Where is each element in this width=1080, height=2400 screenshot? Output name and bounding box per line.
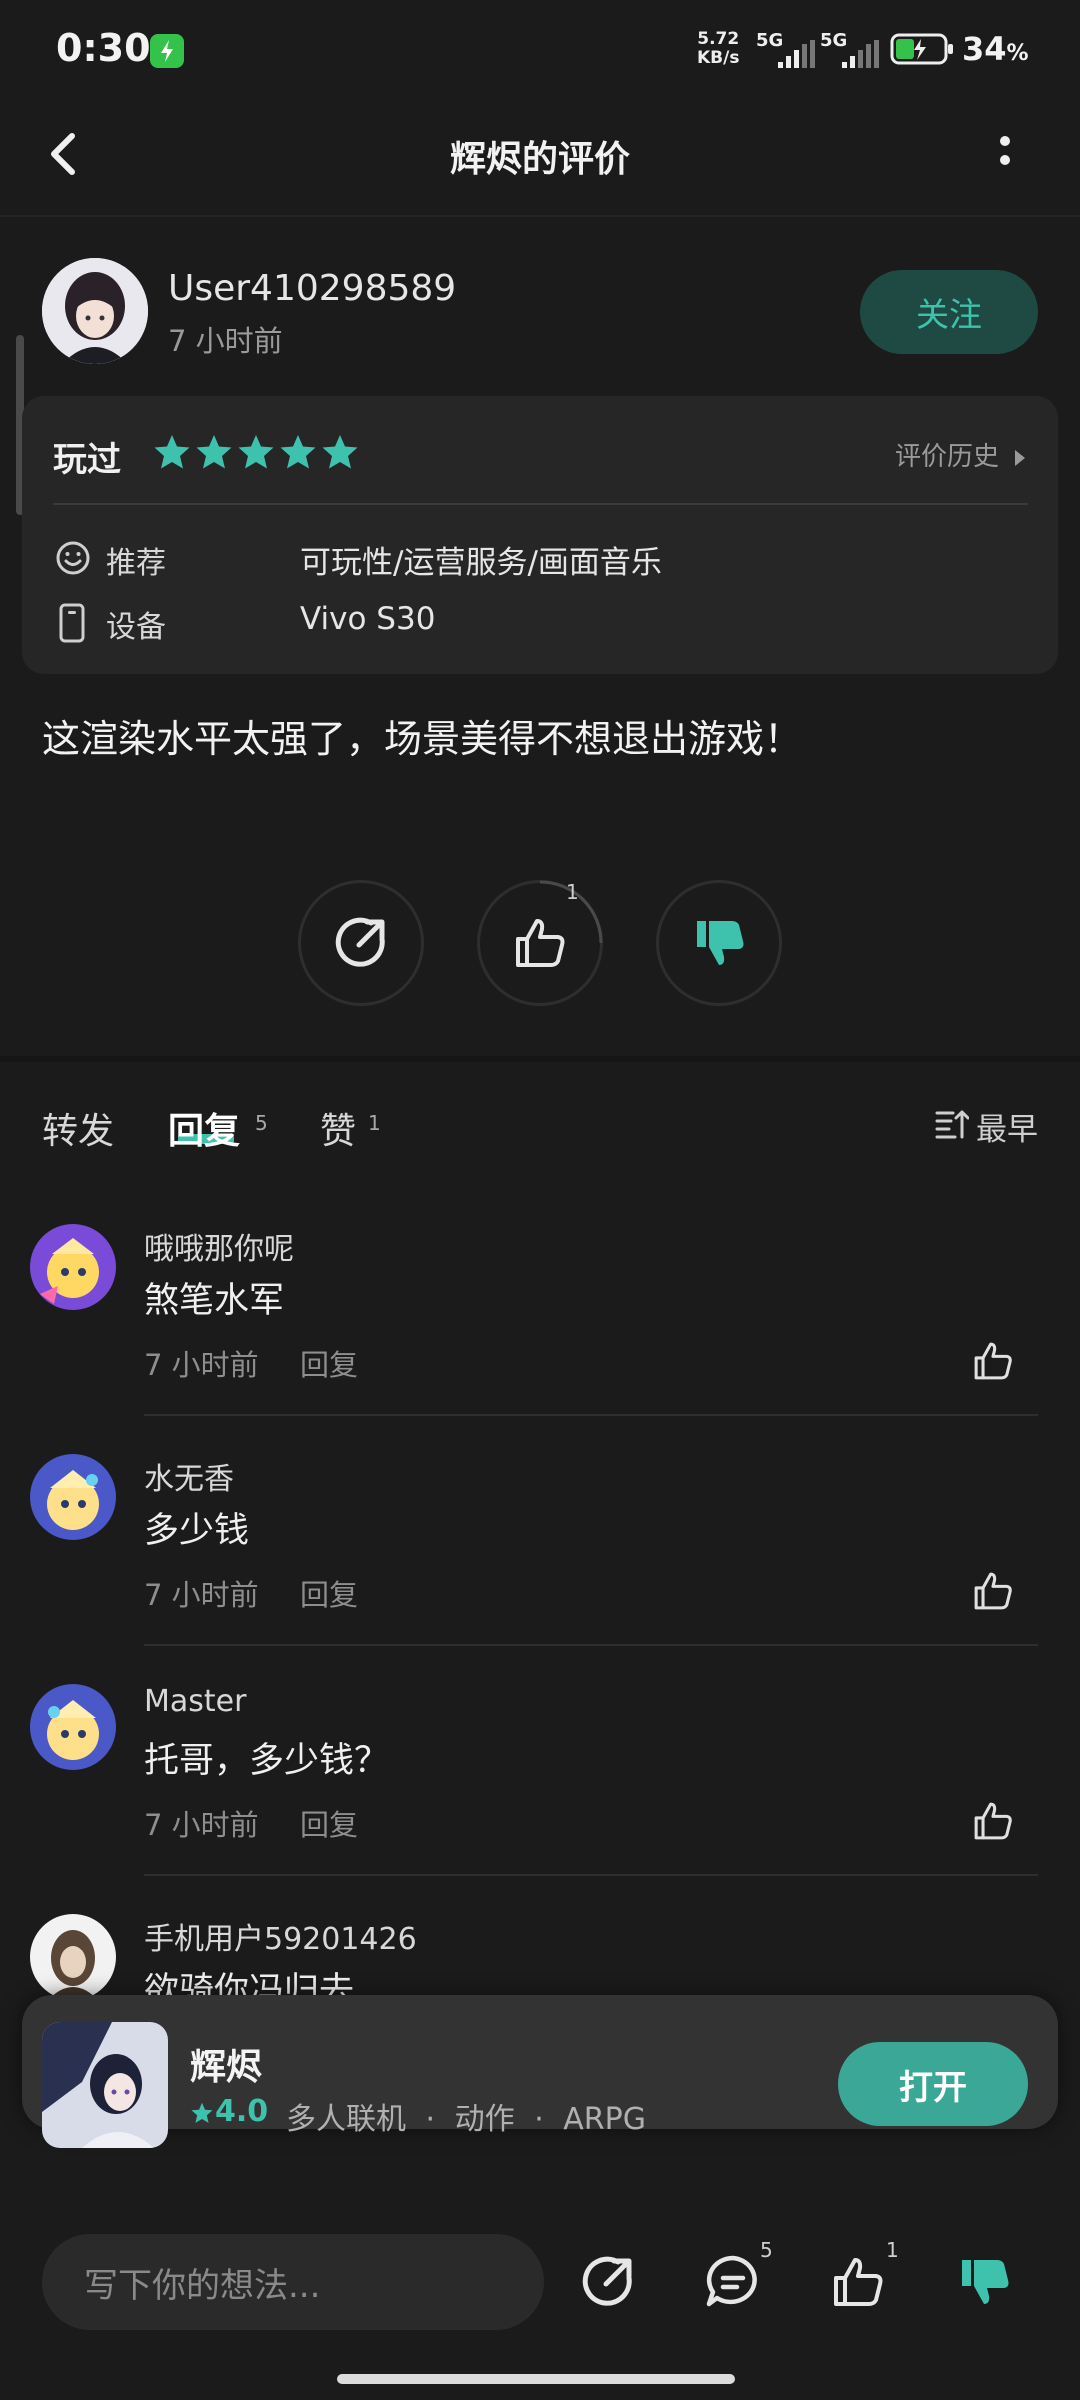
star-rating <box>152 432 362 472</box>
network-speed-value: 5.72 <box>697 29 740 49</box>
triangle-right-icon <box>1015 449 1026 466</box>
comment-time: 7 小时前 <box>144 1348 259 1382</box>
game-name[interactable]: 辉烬 <box>190 2038 262 2090</box>
home-indicator[interactable] <box>337 2374 735 2384</box>
thumbs-down-icon[interactable] <box>954 2252 1014 2312</box>
star-icon <box>280 435 316 469</box>
comment-reply-button[interactable]: 回复 <box>300 1572 358 1614</box>
sim1-signal: 5G <box>756 30 815 68</box>
thumbs-up-icon[interactable] <box>970 1338 1016 1384</box>
comment-reply-button[interactable]: 回复 <box>300 1802 358 1844</box>
thumbs-up-icon[interactable] <box>828 2252 888 2312</box>
game-icon[interactable] <box>42 2022 168 2148</box>
charging-app-icon <box>150 34 184 68</box>
more-button[interactable] <box>990 130 1020 180</box>
comment-avatar[interactable] <box>30 1914 116 2000</box>
like-count: 1 <box>886 2238 899 2262</box>
comment-icon[interactable] <box>703 2252 763 2312</box>
author-time: 7 小时前 <box>168 324 283 358</box>
share-button[interactable] <box>298 880 424 1006</box>
comment-author[interactable]: 手机用户59201426 <box>144 1914 417 1958</box>
share-icon <box>335 917 385 967</box>
sim2-signal: 5G <box>820 30 879 68</box>
comment-divider <box>144 1874 1038 1876</box>
like-count: 1 <box>566 880 579 904</box>
comment-divider <box>144 1414 1038 1416</box>
status-time: 0:30 <box>56 26 151 70</box>
page-title: 辉烬的评价 <box>449 139 630 180</box>
tab-like[interactable]: 赞 <box>320 1102 356 1154</box>
game-tag: 动作 <box>454 2102 515 2137</box>
comment-author[interactable]: 哦哦那你呢 <box>144 1224 294 1268</box>
tab-reply-count: 5 <box>255 1111 268 1135</box>
comment-author[interactable]: Master <box>144 1684 246 1719</box>
dislike-button[interactable] <box>656 880 782 1006</box>
author-avatar[interactable] <box>42 258 148 364</box>
more-vertical-icon <box>1000 136 1010 165</box>
tab-forward[interactable]: 转发 <box>42 1102 114 1154</box>
tag-separator: · <box>425 2102 436 2137</box>
device-value: Vivo S30 <box>300 601 436 637</box>
sort-label[interactable]: 最早 <box>976 1104 1038 1149</box>
star-icon <box>191 2102 213 2123</box>
game-tag: ARPG <box>563 2102 646 2137</box>
comment-avatar[interactable] <box>30 1224 116 1310</box>
thumbs-up-icon[interactable] <box>970 1568 1016 1614</box>
network-speed-unit: KB/s <box>697 48 740 68</box>
game-tags: 多人联机 · 动作 · ARPG <box>286 2094 646 2138</box>
signal-bars-icon <box>842 40 879 68</box>
card-divider <box>53 503 1028 505</box>
tab-like-count: 1 <box>368 1111 381 1135</box>
signal-bars-icon <box>778 40 815 68</box>
comment-text: 托哥，多少钱？ <box>144 1741 390 1781</box>
comment-reply-button[interactable]: 回复 <box>300 1342 358 1384</box>
battery-percent: 34% <box>962 30 1029 68</box>
battery-percent-sign: % <box>1006 41 1029 66</box>
comment-author[interactable]: 水无香 <box>144 1454 234 1498</box>
follow-button[interactable]: 关注 <box>860 270 1038 354</box>
tag-separator: · <box>534 2102 544 2137</box>
like-progress-ring <box>539 880 603 944</box>
game-rating: 4.0 <box>215 2094 269 2129</box>
star-icon <box>322 435 358 469</box>
open-game-button[interactable]: 打开 <box>838 2042 1028 2126</box>
battery-icon <box>890 33 953 65</box>
star-icon <box>196 435 232 469</box>
review-text: 这渲染水平太强了，场景美得不想退出游戏！ <box>42 717 803 761</box>
comment-time: 7 小时前 <box>144 1578 259 1612</box>
recommend-value: 可玩性/运营服务/画面音乐 <box>300 545 662 581</box>
share-icon[interactable] <box>578 2252 638 2312</box>
header-divider <box>0 215 1080 217</box>
comment-divider <box>144 1644 1038 1646</box>
sort-icon[interactable] <box>935 1108 969 1140</box>
author-name[interactable]: User410298589 <box>168 268 456 309</box>
recommend-label: 推荐 <box>106 546 166 581</box>
comment-time: 7 小时前 <box>144 1808 259 1842</box>
star-icon <box>154 435 190 469</box>
section-separator <box>0 1056 1080 1062</box>
played-label: 玩过 <box>53 440 121 480</box>
star-icon <box>238 435 274 469</box>
thumbs-up-icon[interactable] <box>970 1798 1016 1844</box>
review-history-label: 评价历史 <box>895 442 1000 472</box>
phone-icon <box>59 603 85 643</box>
comment-count: 5 <box>760 2238 773 2262</box>
comment-input[interactable]: 写下你的想法... <box>42 2234 544 2330</box>
network-speed: 5.72 KB/s <box>697 30 739 68</box>
game-tag: 多人联机 <box>286 2102 406 2137</box>
thumbs-down-icon <box>697 921 744 965</box>
comment-text: 多少钱 <box>144 1511 250 1551</box>
comment-avatar[interactable] <box>30 1454 116 1540</box>
review-history-link[interactable]: 评价历史 <box>895 436 1027 473</box>
battery-percent-value: 34 <box>962 30 1007 68</box>
device-label: 设备 <box>106 610 166 645</box>
smile-icon <box>56 541 90 575</box>
tab-reply[interactable]: 回复 <box>168 1102 240 1154</box>
comment-text: 煞笔水军 <box>144 1281 285 1321</box>
comment-avatar[interactable] <box>30 1684 116 1770</box>
